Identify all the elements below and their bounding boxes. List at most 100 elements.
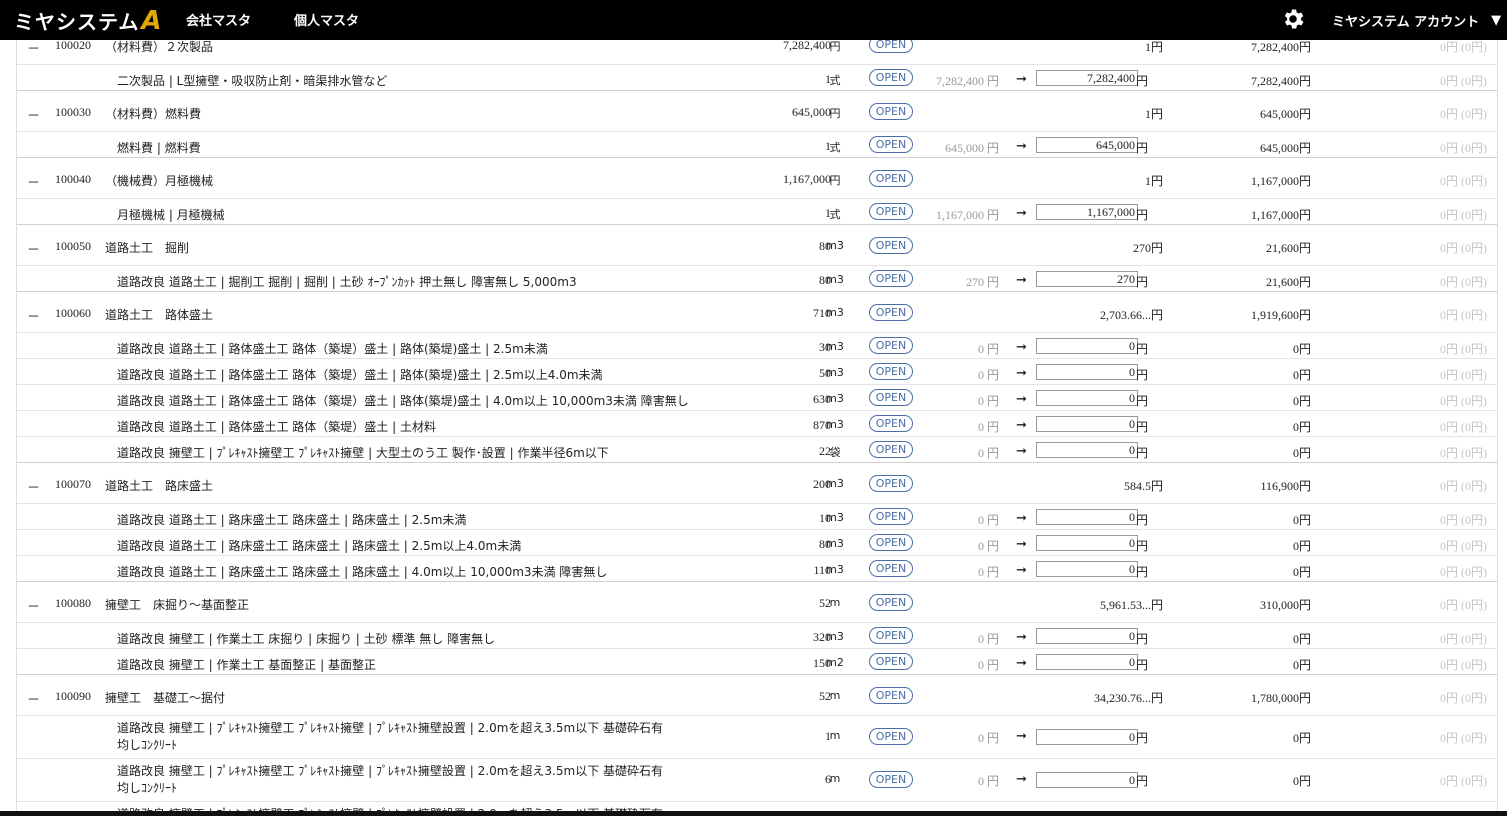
- quantity: 7,282,400: [783, 40, 831, 52]
- unit-price-input[interactable]: 0: [1036, 364, 1138, 380]
- arrow-right-icon: ➞: [1016, 392, 1027, 407]
- unit-price-input[interactable]: 7,282,400: [1036, 70, 1138, 86]
- current-unit-price: 7,282,400 円: [935, 74, 999, 88]
- arrow-right-icon: ➞: [1016, 366, 1027, 381]
- nav-company-master[interactable]: 会社マスタ: [186, 14, 251, 29]
- open-button[interactable]: OPEN: [869, 771, 913, 788]
- detail-row: 道路改良 擁壁工 | 作業土工 床掘り | 床掘り | 土砂 標準 無し 障害無…: [17, 622, 1497, 648]
- unit-price-input[interactable]: 0: [1036, 442, 1138, 458]
- detail-row: 道路改良 道路土工 | 路体盛土工 路体（築堤）盛土 | 路体(築堤)盛土 | …: [17, 384, 1497, 410]
- item-code: 100050: [55, 239, 91, 253]
- yen-label: 円: [1136, 208, 1149, 222]
- open-button[interactable]: OPEN: [869, 69, 913, 86]
- unit-price-input[interactable]: 0: [1036, 535, 1138, 551]
- unit-price-input[interactable]: 0: [1036, 628, 1138, 644]
- open-button[interactable]: OPEN: [869, 475, 913, 492]
- unit: m: [829, 772, 841, 785]
- unit-price-input[interactable]: 0: [1036, 509, 1138, 525]
- unit-price-input[interactable]: 0: [1036, 338, 1138, 354]
- yen-label: 円: [1136, 565, 1149, 579]
- open-button[interactable]: OPEN: [869, 415, 913, 432]
- total-amount: 7,282,400円: [1250, 40, 1311, 54]
- detail-row: 道路改良 道路土工 | 路床盛土工 路床盛土 | 路床盛土 | 4.0m以上 1…: [17, 555, 1497, 581]
- unit-price-input[interactable]: 0: [1036, 416, 1138, 432]
- collapse-toggle-button[interactable]: －: [27, 239, 40, 258]
- total-amount: 645,000円: [1259, 107, 1311, 121]
- open-button[interactable]: OPEN: [869, 136, 913, 153]
- difference-amount: 0円 (0円): [1440, 74, 1487, 88]
- open-button[interactable]: OPEN: [869, 40, 913, 53]
- unit-price-input[interactable]: 0: [1036, 654, 1138, 670]
- total-amount: 116,900円: [1260, 479, 1311, 493]
- open-button[interactable]: OPEN: [869, 594, 913, 611]
- unit: 式: [829, 74, 841, 87]
- open-button[interactable]: OPEN: [869, 627, 913, 644]
- open-button[interactable]: OPEN: [869, 653, 913, 670]
- detail-row: 燃料費 | 燃料費 1 式 OPEN 645,000 円 ➞ 645,000 円 645,000…: [17, 131, 1497, 157]
- open-button[interactable]: OPEN: [869, 728, 913, 745]
- item-code: 100020: [55, 40, 91, 52]
- unit-price-input[interactable]: 645,000: [1036, 137, 1138, 153]
- unit: 式: [829, 208, 841, 221]
- open-button[interactable]: OPEN: [869, 337, 913, 354]
- open-button[interactable]: OPEN: [869, 363, 913, 380]
- open-button[interactable]: OPEN: [869, 441, 913, 458]
- app-logo[interactable]: ミヤシステム A: [14, 6, 162, 35]
- unit-price-input[interactable]: 0: [1036, 390, 1138, 406]
- collapse-toggle-button[interactable]: －: [27, 172, 40, 191]
- open-button[interactable]: OPEN: [869, 304, 913, 321]
- item-code: 100040: [55, 172, 91, 186]
- yen-label: 円: [1136, 539, 1149, 553]
- difference-amount: 0円 (0円): [1440, 539, 1487, 553]
- collapse-toggle-button[interactable]: －: [27, 477, 40, 496]
- detail-row: 道路改良 擁壁工 | ﾌﾟﾚｷｬｽﾄ擁壁工 ﾌﾟﾚｷｬｽﾄ擁壁 | 大型土のう工…: [17, 436, 1497, 462]
- group-row: － 100060 道路土工 路体盛土 710 m3 OPEN 2,703.66...円 1,9…: [17, 292, 1497, 332]
- yen-label: 円: [1136, 446, 1149, 460]
- collapse-toggle-button[interactable]: －: [27, 40, 40, 57]
- open-button[interactable]: OPEN: [869, 687, 913, 704]
- group-row: － 100040 （機械費）月極機械 1,167,000 円 OPEN 1円 1,167,00…: [17, 158, 1497, 198]
- unit-price-input[interactable]: 0: [1036, 729, 1138, 745]
- open-button[interactable]: OPEN: [869, 203, 913, 220]
- gear-icon[interactable]: [1280, 6, 1306, 32]
- unit-price-input[interactable]: 1,167,000: [1036, 204, 1138, 220]
- arrow-right-icon: ➞: [1016, 444, 1027, 459]
- detail-name: 道路改良 道路土工 | 路床盛土工 路床盛土 | 路床盛土 | 4.0m以上 1…: [117, 565, 608, 579]
- collapse-toggle-button[interactable]: －: [27, 105, 40, 124]
- open-button[interactable]: OPEN: [869, 103, 913, 120]
- arrow-right-icon: ➞: [1016, 418, 1027, 433]
- collapse-toggle-button[interactable]: －: [27, 689, 40, 708]
- open-button[interactable]: OPEN: [869, 508, 913, 525]
- unit-price-input[interactable]: 0: [1036, 561, 1138, 577]
- open-button[interactable]: OPEN: [869, 270, 913, 287]
- total-amount: 0円: [1292, 368, 1311, 382]
- total-amount: 0円: [1292, 731, 1311, 745]
- total-amount: 0円: [1292, 446, 1311, 460]
- collapse-toggle-button[interactable]: －: [27, 306, 40, 325]
- open-button[interactable]: OPEN: [869, 170, 913, 187]
- open-button[interactable]: OPEN: [869, 389, 913, 406]
- open-button[interactable]: OPEN: [869, 534, 913, 551]
- unit-price-input[interactable]: 0: [1036, 772, 1138, 788]
- collapse-toggle-button[interactable]: －: [27, 596, 40, 615]
- group-name: （材料費）２次製品: [105, 40, 214, 54]
- unit-price: 270円: [1132, 241, 1163, 255]
- detail-row: 道路改良 道路土工 | 掘削工 掘削 | 掘削 | 土砂 ｵｰﾌﾟﾝｶｯﾄ 押土…: [17, 265, 1497, 291]
- detail-row: 二次製品 | L型擁壁・吸収防止剤・暗渠排水管など 1 式 OPEN 7,282,400…: [17, 64, 1497, 90]
- chevron-down-icon: ▼: [1491, 13, 1502, 28]
- unit-price-input[interactable]: 270: [1036, 271, 1138, 287]
- detail-name: 道路改良 道路土工 | 路体盛土工 路体（築堤）盛土 | 路体(築堤)盛土 | …: [117, 394, 689, 408]
- open-button[interactable]: OPEN: [869, 237, 913, 254]
- nav-personal-master[interactable]: 個人マスタ: [294, 14, 359, 29]
- open-button[interactable]: OPEN: [869, 560, 913, 577]
- total-amount: 645,000円: [1259, 141, 1311, 155]
- account-menu[interactable]: ミヤシステム アカウント ▼: [1332, 11, 1501, 30]
- group-row: － 100070 道路土工 路床盛土 200 m3 OPEN 584.5円 116,900円 0…: [17, 463, 1497, 503]
- item-code: 100080: [55, 596, 91, 610]
- total-amount: 7,282,400円: [1250, 74, 1311, 88]
- arrow-right-icon: ➞: [1016, 729, 1027, 744]
- difference-amount: 0円 (0円): [1440, 446, 1487, 460]
- item-group: － 100050 道路土工 掘削 80 m3 OPEN 270円 21,600円 0円 (0円)…: [17, 225, 1497, 292]
- unit: m: [829, 729, 841, 742]
- total-amount: 21,600円: [1265, 275, 1311, 289]
